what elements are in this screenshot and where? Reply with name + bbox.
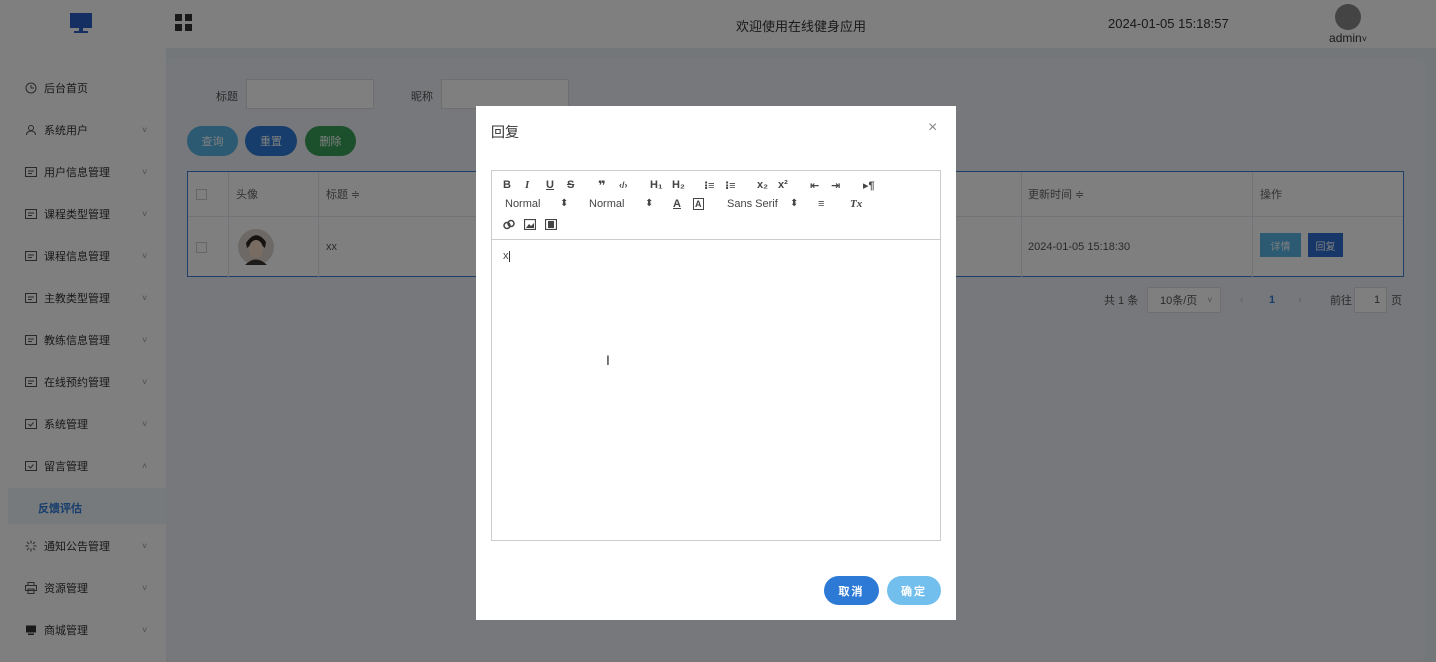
image-icon[interactable] — [524, 219, 536, 230]
outdent-icon[interactable]: ⇤ — [810, 179, 819, 192]
text-cursor-icon: I — [606, 352, 610, 368]
text-color-icon[interactable]: A — [673, 198, 681, 210]
editor-toolbar: B I U S ❞ ‹/› H₁ H₂ ⁝≡ ⁝≡ x₂ x² ⇤ ⇥ ▸¶ N… — [492, 171, 940, 240]
size-select[interactable]: Normal — [505, 198, 540, 210]
strike-icon[interactable]: S — [567, 179, 574, 191]
underline-icon[interactable]: U — [546, 179, 554, 191]
close-icon[interactable]: × — [928, 119, 937, 137]
blockquote-icon[interactable]: ❞ — [598, 178, 606, 194]
dialog-title: 回复 — [491, 124, 519, 140]
reply-dialog: 回复 × B I U S ❞ ‹/› H₁ H₂ ⁝≡ ⁝≡ x₂ x² ⇤ ⇥… — [476, 106, 956, 620]
italic-icon[interactable]: I — [525, 179, 529, 191]
confirm-button[interactable]: 确定 — [887, 576, 941, 605]
video-icon[interactable] — [545, 219, 557, 230]
updown-icon[interactable]: ⬍ — [790, 198, 798, 209]
bold-icon[interactable]: B — [503, 179, 511, 191]
editor-content[interactable]: x — [503, 250, 510, 262]
bullet-list-icon[interactable]: ⁝≡ — [725, 179, 736, 192]
h1-icon[interactable]: H₁ — [650, 179, 663, 191]
subscript-icon[interactable]: x₂ — [757, 179, 768, 191]
h2-icon[interactable]: H₂ — [672, 179, 685, 191]
updown-icon[interactable]: ⬍ — [560, 198, 568, 209]
rtl-direction-icon[interactable]: ▸¶ — [863, 179, 875, 192]
cancel-button[interactable]: 取消 — [824, 576, 879, 605]
clean-format-icon[interactable]: Tx — [850, 198, 862, 210]
indent-icon[interactable]: ⇥ — [831, 179, 840, 192]
align-icon[interactable]: ≡ — [818, 198, 824, 210]
code-icon[interactable]: ‹/› — [619, 180, 628, 190]
link-icon[interactable] — [503, 219, 515, 230]
font-select[interactable]: Sans Serif — [727, 198, 778, 210]
ordered-list-icon[interactable]: ⁝≡ — [704, 179, 715, 192]
updown-icon[interactable]: ⬍ — [645, 198, 653, 209]
background-color-icon[interactable]: A — [693, 198, 704, 210]
header-select[interactable]: Normal — [589, 198, 624, 210]
text-caret — [508, 250, 510, 262]
rich-text-editor: B I U S ❞ ‹/› H₁ H₂ ⁝≡ ⁝≡ x₂ x² ⇤ ⇥ ▸¶ N… — [491, 170, 941, 541]
superscript-icon[interactable]: x² — [778, 179, 788, 191]
